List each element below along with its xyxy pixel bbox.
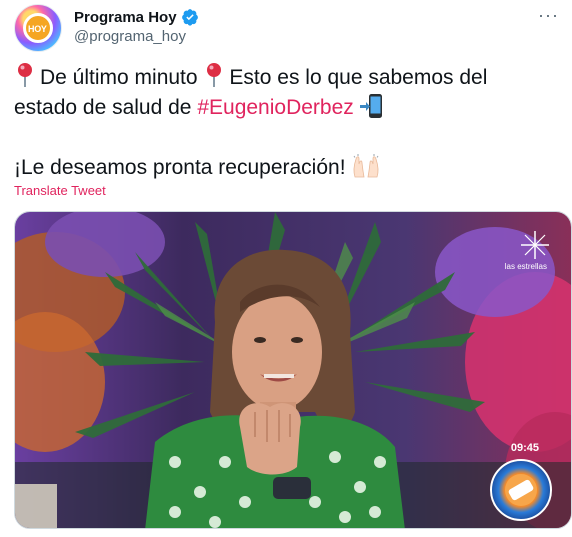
tweet-text-line-2: estado de salud de #EugenioDerbez xyxy=(14,93,562,123)
verified-badge-icon xyxy=(181,9,198,26)
raising-hands-icon xyxy=(353,154,379,178)
tweet-text-segment: ¡Le deseamos pronta recuperación! xyxy=(14,156,346,179)
hashtag-link[interactable]: #EugenioDerbez xyxy=(197,96,353,119)
mobile-phone-arrow-icon xyxy=(359,94,382,118)
tweet-text-line-3: ¡Le deseamos pronta recuperación! xyxy=(14,153,562,183)
tweet-text-segment: Esto es lo que sabemos del xyxy=(229,66,488,89)
author-handle[interactable]: @programa_hoy xyxy=(74,28,186,45)
broadcast-timestamp: 09:45 xyxy=(510,442,539,454)
round-pushpin-icon xyxy=(207,63,222,87)
tweet-text-segment: De último minuto xyxy=(40,66,198,89)
author-display-name[interactable]: Programa Hoy xyxy=(74,9,177,26)
tweet-media-image[interactable]: las estrellas 09:45 xyxy=(14,211,572,529)
more-options-icon[interactable]: ··· xyxy=(538,6,558,28)
author-avatar[interactable]: HOY xyxy=(14,4,62,52)
video-still-frame xyxy=(15,212,571,528)
tweet-text: De último minuto Esto es lo que sabemos … xyxy=(14,62,562,183)
round-pushpin-icon xyxy=(18,63,32,87)
tweet-text-segment: estado de salud de xyxy=(14,96,192,119)
broadcaster-label: las estrellas xyxy=(504,262,547,271)
tweet-header: HOY Programa Hoy @programa_hoy ··· xyxy=(14,2,558,54)
translate-tweet-link[interactable]: Translate Tweet xyxy=(14,183,106,198)
las-estrellas-star-icon xyxy=(521,231,549,259)
author-name-row: Programa Hoy xyxy=(74,6,199,28)
hoy-show-badge-icon xyxy=(490,459,552,521)
programa-hoy-logo-icon: HOY xyxy=(23,13,53,43)
tweet-text-line-1: De último minuto Esto es lo que sabemos … xyxy=(14,62,562,93)
